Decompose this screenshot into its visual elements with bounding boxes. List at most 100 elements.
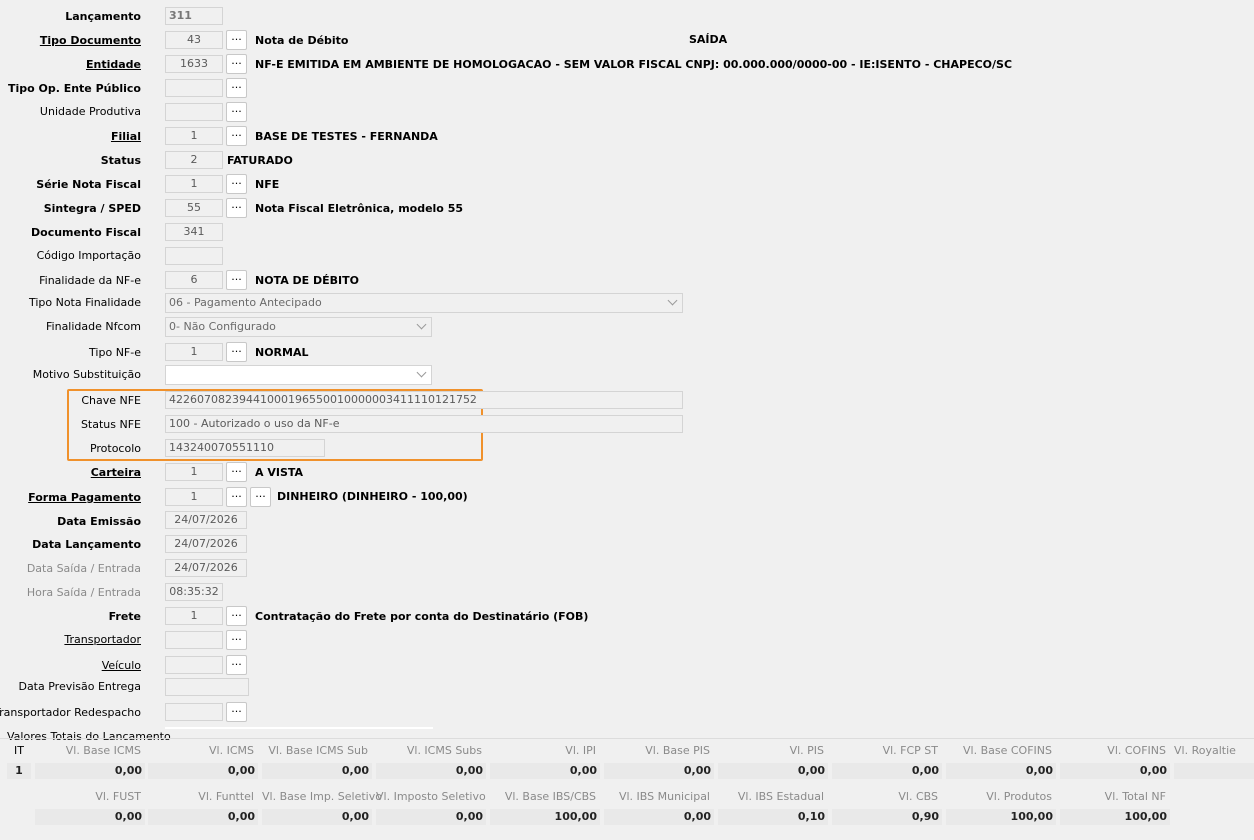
unidade-produtiva-lookup-button[interactable]: ...: [226, 102, 247, 122]
veiculo-label[interactable]: Veículo: [102, 659, 141, 673]
sintegra-label: Sintegra / SPED: [43, 202, 141, 215]
totals-header-vl-ipi: Vl. IPI: [565, 744, 596, 757]
transportador-redespacho-lookup-button[interactable]: ...: [226, 702, 247, 722]
documento-fiscal-field[interactable]: 341: [165, 223, 223, 241]
carteira-label[interactable]: Carteira: [91, 466, 141, 480]
chave-nfe-label: Chave NFE: [81, 394, 141, 407]
totals-value-vl-imposto-seletivo: 0,00: [376, 809, 486, 825]
codigo-importacao-field[interactable]: [165, 247, 223, 265]
motivo-substituicao-label: Motivo Substituição: [32, 368, 141, 381]
status-nfe-field[interactable]: 100 - Autorizado o uso da NF-e: [165, 415, 683, 433]
totals-value-vl-cofins: 0,00: [1060, 763, 1170, 779]
totals-value-vl-base-icms: 0,00: [35, 763, 145, 779]
tipo-nota-finalidade-select[interactable]: 06 - Pagamento Antecipado: [165, 293, 683, 313]
transportador-field[interactable]: [165, 631, 223, 649]
serie-lookup-button[interactable]: ...: [226, 174, 247, 194]
transportador-label[interactable]: Transportador: [64, 633, 141, 647]
totals-header-vl-produtos: Vl. Produtos: [986, 790, 1052, 803]
hora-saida-field[interactable]: 08:35:32: [165, 583, 223, 601]
veiculo-lookup-button[interactable]: ...: [226, 655, 247, 675]
data-emissao-field[interactable]: 24/07/2026: [165, 511, 247, 529]
totals-value-vl-base-imp-seletivo: 0,00: [262, 809, 372, 825]
tipo-nota-finalidade-value: 06 - Pagamento Antecipado: [169, 296, 322, 309]
totals-header-vl-base-icms: Vl. Base ICMS: [65, 744, 141, 757]
unidade-produtiva-field[interactable]: [165, 103, 223, 121]
tipo-documento-field[interactable]: 43: [165, 31, 223, 49]
filial-lookup-button[interactable]: ...: [226, 126, 247, 146]
forma-pagamento-label[interactable]: Forma Pagamento: [28, 491, 141, 505]
data-saida-field[interactable]: 24/07/2026: [165, 559, 247, 577]
tipo-op-ente-field[interactable]: [165, 79, 223, 97]
protocolo-label: Protocolo: [89, 442, 141, 455]
totals-value-vl-royaltie: [1174, 763, 1254, 779]
tipo-op-ente-label: Tipo Op. Ente Público: [7, 82, 141, 95]
filial-label[interactable]: Filial: [111, 130, 141, 144]
sintegra-field[interactable]: 55: [165, 199, 223, 217]
status-label: Status: [100, 154, 141, 167]
forma-pagamento-desc: DINHEIRO (DINHEIRO - 100,00): [277, 490, 468, 503]
tipo-documento-label[interactable]: Tipo Documento: [40, 34, 141, 48]
cut-off-field: [165, 727, 433, 729]
data-previsao-field[interactable]: [165, 678, 249, 696]
finalidade-nfe-field[interactable]: 6: [165, 271, 223, 289]
carteira-lookup-button[interactable]: ...: [226, 462, 247, 482]
transportador-redespacho-field[interactable]: [165, 703, 223, 721]
serie-field[interactable]: 1: [165, 175, 223, 193]
tipo-nfe-field[interactable]: 1: [165, 343, 223, 361]
data-saida-label: Data Saída / Entrada: [26, 562, 141, 575]
totals-header-vl-base-icms-sub: Vl. Base ICMS Sub: [268, 744, 368, 757]
finalidade-nfe-desc: NOTA DE DÉBITO: [255, 274, 360, 287]
lancamento-field[interactable]: 311: [165, 7, 223, 25]
totals-header-vl-imposto-seletivo: Vl. Imposto Seletivo: [376, 790, 486, 803]
totals-header-vl-base-cofins: Vl. Base COFINS: [963, 744, 1052, 757]
totals-header-vl-base-imp-seletivo: Vl. Base Imp. Seletivo: [262, 790, 382, 803]
totals-value-vl-pis: 0,00: [718, 763, 828, 779]
totals-value-vl-base-cofins: 0,00: [946, 763, 1056, 779]
entidade-label[interactable]: Entidade: [86, 58, 141, 72]
filial-field[interactable]: 1: [165, 127, 223, 145]
tipo-documento-extra: SAÍDA: [689, 33, 728, 46]
chave-nfe-field[interactable]: 4226070823944100019655001000000341111012…: [165, 391, 683, 409]
tipo-nota-finalidade-label: Tipo Nota Finalidade: [28, 296, 141, 309]
totals-value-vl-total-nf: 100,00: [1060, 809, 1170, 825]
totals-value-vl-base-icms-sub: 0,00: [262, 763, 372, 779]
finalidade-nfcom-select[interactable]: 0- Não Configurado: [165, 317, 432, 337]
tipo-op-ente-lookup-button[interactable]: ...: [226, 78, 247, 98]
sintegra-desc: Nota Fiscal Eletrônica, modelo 55: [255, 202, 464, 215]
frete-label: Frete: [108, 610, 141, 623]
it-header: IT: [14, 744, 24, 757]
tipo-nfe-desc: NORMAL: [255, 346, 309, 359]
forma-pagamento-field[interactable]: 1: [165, 488, 223, 506]
totals-header-vl-pis: Vl. PIS: [789, 744, 824, 757]
totals-value-vl-icms: 0,00: [148, 763, 258, 779]
data-previsao-label: Data Previsão Entrega: [18, 680, 141, 693]
unidade-produtiva-label: Unidade Produtiva: [39, 105, 141, 118]
sintegra-lookup-button[interactable]: ...: [226, 198, 247, 218]
totals-value-vl-produtos: 100,00: [946, 809, 1056, 825]
forma-pagamento-lookup-button[interactable]: ...: [226, 487, 247, 507]
entidade-desc: NF-E EMITIDA EM AMBIENTE DE HOMOLOGACAO …: [255, 58, 1013, 71]
totals-section-title: Valores Totais do Lancamento: [7, 730, 171, 743]
totals-header-vl-cbs: Vl. CBS: [898, 790, 938, 803]
transportador-lookup-button[interactable]: ...: [226, 630, 247, 650]
serie-desc: NFE: [255, 178, 280, 191]
finalidade-nfe-lookup-button[interactable]: ...: [226, 270, 247, 290]
frete-lookup-button[interactable]: ...: [226, 606, 247, 626]
entidade-lookup-button[interactable]: ...: [226, 54, 247, 74]
frete-field[interactable]: 1: [165, 607, 223, 625]
veiculo-field[interactable]: [165, 656, 223, 674]
motivo-substituicao-select[interactable]: [165, 365, 432, 385]
totals-divider: [0, 738, 1254, 739]
totals-header-vl-fust: Vl. FUST: [95, 790, 141, 803]
data-lancamento-field[interactable]: 24/07/2026: [165, 535, 247, 553]
forma-pagamento-detail-button[interactable]: ...: [250, 487, 271, 507]
tipo-nfe-lookup-button[interactable]: ...: [226, 342, 247, 362]
carteira-field[interactable]: 1: [165, 463, 223, 481]
totals-value-vl-base-ibs-cbs: 100,00: [490, 809, 600, 825]
protocolo-field[interactable]: 143240070551110: [165, 439, 325, 457]
it-value: 1: [7, 763, 31, 779]
tipo-documento-lookup-button[interactable]: ...: [226, 30, 247, 50]
tipo-documento-desc: Nota de Débito: [255, 34, 349, 47]
transportador-redespacho-label: Transportador Redespacho: [0, 706, 141, 719]
entidade-field[interactable]: 1633: [165, 55, 223, 73]
